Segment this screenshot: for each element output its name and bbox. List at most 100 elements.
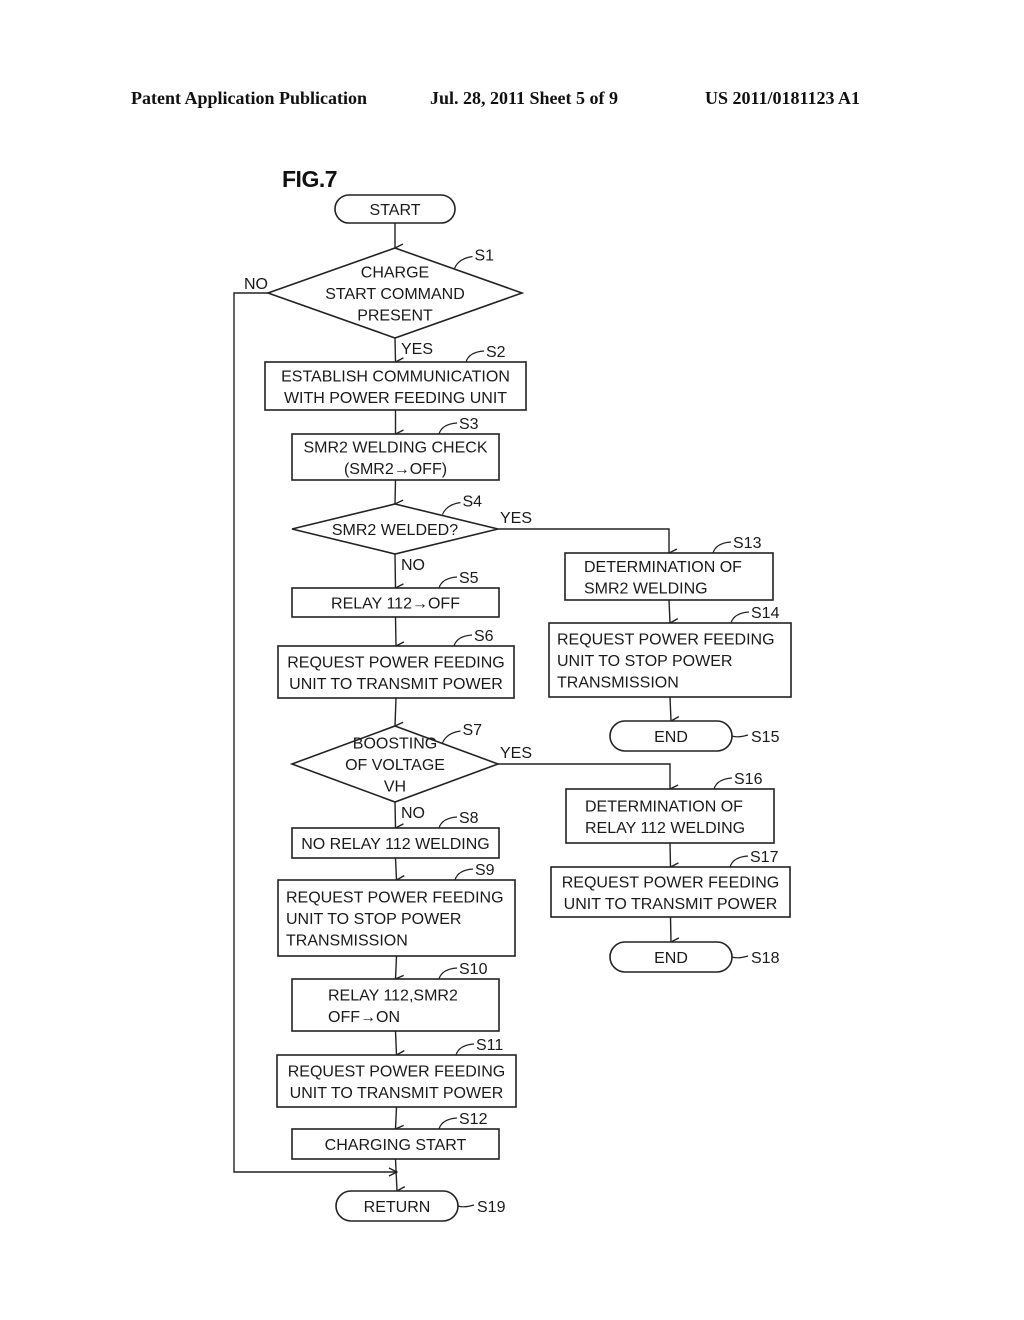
- step-leader-line: [457, 1204, 475, 1208]
- flow-edge-s11-s12: [396, 1106, 397, 1129]
- flow-edge-s6-s7: [395, 697, 396, 726]
- step-label: S19: [477, 1199, 506, 1216]
- flow-edge-s7-s16: [498, 763, 670, 789]
- step-leader-line: [712, 541, 732, 554]
- step-leader-line: [441, 730, 461, 744]
- node-text-line: CHARGE: [361, 265, 429, 282]
- node-text-line: TRANSMISSION: [557, 675, 679, 692]
- step-label: S18: [751, 950, 780, 967]
- step-label: S17: [750, 849, 779, 866]
- node-text-line: OF VOLTAGE: [345, 757, 445, 774]
- branch-label-no: NO: [401, 557, 425, 574]
- node-text-line: START: [370, 202, 421, 219]
- node-text-line: RETURN: [364, 1199, 431, 1216]
- flow-edge-s12-s19: [394, 1158, 398, 1191]
- flow-edge-s1-s2: [394, 337, 396, 362]
- flow-edge-s4-s5: [394, 553, 396, 588]
- step-label: S12: [459, 1111, 488, 1128]
- node-text-line: BOOSTING: [353, 736, 437, 753]
- step-leader-line: [453, 634, 473, 647]
- flow-edge-s1-s19: [233, 292, 397, 1172]
- step-label: S1: [475, 248, 495, 265]
- step-leader-line: [438, 967, 458, 980]
- node-text-line: DETERMINATION OF: [584, 559, 742, 576]
- step-leader-line: [454, 868, 474, 881]
- flow-node-s19: RETURN S19: [335, 1190, 506, 1222]
- flow-edge-s4-s13: [498, 528, 669, 553]
- node-text-line: REQUEST POWER FEEDING: [287, 654, 505, 671]
- flow-edge-s9-s10: [396, 955, 397, 979]
- node-text-line: PRESENT: [357, 308, 433, 325]
- node-text-line: REQUEST POWER FEEDING: [286, 890, 504, 907]
- node-text-line: OFF→ON: [328, 1009, 400, 1026]
- node-text-line: DETERMINATION OF: [585, 798, 743, 815]
- node-text-line: REQUEST POWER FEEDING: [557, 632, 775, 649]
- branch-label-yes: YES: [500, 510, 532, 527]
- branch-label-no: NO: [244, 276, 268, 293]
- node-text-line: RELAY 112,SMR2: [328, 987, 458, 1004]
- step-label: S5: [459, 570, 479, 587]
- node-text-line: REQUEST POWER FEEDING: [288, 1063, 506, 1080]
- step-leader-line: [438, 1117, 458, 1130]
- node-text-line: ESTABLISH COMMUNICATION: [281, 368, 510, 385]
- flow-node-start: START: [334, 194, 456, 224]
- node-text-line: UNIT TO STOP POWER: [286, 911, 461, 928]
- flow-edge-s16-s17: [669, 842, 671, 867]
- node-text-line: RELAY 112 WELDING: [585, 820, 745, 837]
- flow-edge-s17-s18: [669, 916, 672, 942]
- flow-edge-s13-s14: [668, 599, 670, 623]
- node-text-line: SMR2 WELDED?: [332, 522, 458, 539]
- branch-label-no: NO: [401, 805, 425, 822]
- branch-label-yes: YES: [401, 341, 433, 358]
- node-text-line: START COMMAND: [325, 286, 465, 303]
- flow-edge-s14-s15: [669, 696, 671, 721]
- flow-node-s7: BOOSTING OF VOLTAGE VH S7: [289, 722, 501, 803]
- step-label: S14: [751, 605, 780, 622]
- step-label: S15: [751, 729, 780, 746]
- flow-edge-s5-s6: [394, 616, 397, 646]
- node-text-line: CHARGING START: [325, 1137, 467, 1154]
- flow-edge-s3-s4: [395, 479, 396, 504]
- step-label: S9: [475, 862, 495, 879]
- node-text-line: (SMR2→OFF): [344, 461, 447, 478]
- step-leader-line: [438, 816, 458, 829]
- flow-edge-s10-s11: [394, 1030, 397, 1055]
- step-label: S4: [463, 494, 483, 511]
- node-text-line: SMR2 WELDING: [584, 580, 708, 597]
- step-leader-line: [731, 955, 749, 959]
- step-label: S10: [459, 961, 488, 978]
- step-label: S13: [733, 535, 762, 552]
- flow-node-s15: END S15: [609, 720, 780, 752]
- node-text-line: UNIT TO TRANSMIT POWER: [289, 676, 503, 693]
- flow-node-s18: END S18: [609, 941, 780, 973]
- node-text-line: TRANSMISSION: [286, 933, 408, 950]
- step-label: S2: [486, 344, 506, 361]
- node-text-line: UNIT TO STOP POWER: [557, 653, 732, 670]
- step-label: S11: [476, 1037, 503, 1054]
- step-label: S7: [463, 722, 483, 739]
- node-text-line: WITH POWER FEEDING UNIT: [284, 390, 507, 407]
- flow-edge-s8-s9: [394, 857, 397, 880]
- step-leader-line: [441, 501, 461, 515]
- node-text-line: VH: [384, 779, 406, 796]
- step-leader-line: [730, 611, 750, 624]
- node-text-line: END: [654, 729, 688, 746]
- flow-node-s1: CHARGE START COMMAND PRESENT S1: [265, 247, 525, 339]
- branch-label-yes: YES: [500, 745, 532, 762]
- step-leader-line: [453, 255, 473, 269]
- node-text-line: NO RELAY 112 WELDING: [301, 836, 490, 853]
- node-text-line: UNIT TO TRANSMIT POWER: [290, 1085, 504, 1102]
- step-label: S3: [459, 416, 479, 433]
- step-leader-line: [465, 350, 485, 363]
- flowchart: YES NO NO YES NO YES START CHARGE START COMMAND…: [233, 194, 792, 1222]
- node-text-line: END: [654, 950, 688, 967]
- step-label: S16: [734, 771, 763, 788]
- step-leader-line: [455, 1043, 475, 1056]
- step-leader-line: [731, 734, 749, 738]
- node-text-line: UNIT TO TRANSMIT POWER: [564, 896, 778, 913]
- step-label: S6: [474, 628, 494, 645]
- step-leader-line: [438, 576, 458, 589]
- flow-edge-s7-s8: [394, 801, 396, 828]
- step-leader-line: [438, 422, 458, 435]
- step-leader-line: [729, 855, 749, 868]
